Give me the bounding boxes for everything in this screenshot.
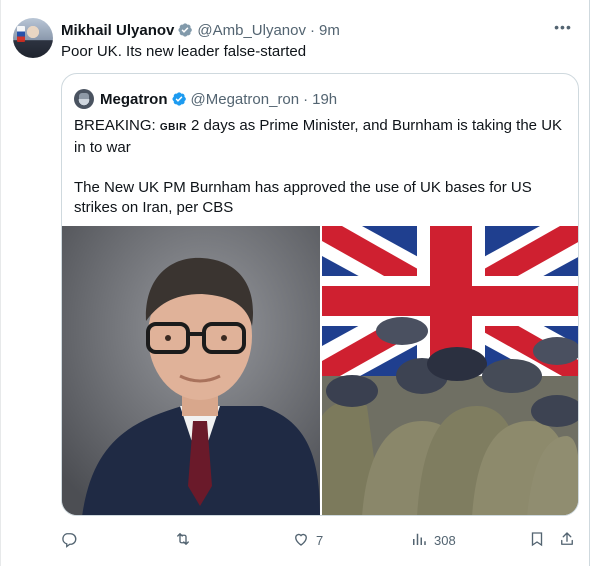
soldiers-flag-illustration bbox=[322, 226, 578, 515]
heart-icon bbox=[292, 530, 310, 551]
tweet-text: Poor UK. Its new leader false-started bbox=[61, 43, 307, 60]
quote-media[interactable] bbox=[62, 226, 578, 515]
more-options-icon[interactable]: ••• bbox=[552, 16, 574, 38]
repost-button[interactable] bbox=[174, 526, 198, 554]
portrait-illustration bbox=[62, 226, 320, 515]
quote-author-avatar[interactable] bbox=[74, 89, 94, 109]
quoted-tweet[interactable]: Megatron @Megatron_ron · 19h BREAKING: G… bbox=[61, 73, 579, 516]
tweet-actions: 7 308 bbox=[58, 526, 580, 554]
share-button[interactable] bbox=[558, 526, 576, 554]
verified-badge-icon bbox=[171, 91, 187, 107]
portrait-image[interactable] bbox=[62, 226, 320, 515]
flag-icon bbox=[17, 26, 25, 42]
like-button[interactable]: 7 bbox=[292, 526, 323, 554]
separator-dot: · bbox=[309, 21, 315, 39]
tweet-time[interactable]: 9m bbox=[319, 22, 340, 39]
author-name[interactable]: Mikhail Ulyanov bbox=[61, 22, 174, 39]
bookmark-icon bbox=[528, 530, 546, 551]
quote-time[interactable]: 19h bbox=[312, 91, 337, 108]
breaking-prefix: BREAKING: bbox=[74, 117, 160, 134]
bookmark-button[interactable] bbox=[528, 526, 546, 554]
repost-icon bbox=[174, 530, 192, 551]
reply-button[interactable] bbox=[60, 526, 84, 554]
quote-author-handle[interactable]: @Megatron_ron bbox=[191, 91, 300, 108]
share-icon bbox=[558, 530, 576, 551]
author-handle[interactable]: @Amb_Ulyanov bbox=[197, 22, 306, 39]
quote-text: BREAKING: GBIR 2 days as Prime Minister,… bbox=[74, 116, 568, 218]
verified-badge-icon bbox=[177, 22, 193, 38]
soldiers-flag-image[interactable] bbox=[322, 226, 578, 515]
quote-paragraph-1: BREAKING: GBIR 2 days as Prime Minister,… bbox=[74, 116, 568, 158]
reply-icon bbox=[60, 530, 78, 551]
views-icon bbox=[410, 530, 428, 551]
views-count: 308 bbox=[434, 532, 456, 548]
views-button[interactable]: 308 bbox=[410, 526, 456, 554]
quote-header: Megatron @Megatron_ron · 19h bbox=[74, 89, 337, 109]
quote-paragraph-2: The New UK PM Burnham has approved the u… bbox=[74, 179, 532, 216]
tweet-header: Mikhail Ulyanov @Amb_Ulyanov · 9m bbox=[61, 20, 340, 40]
author-avatar[interactable] bbox=[13, 18, 53, 58]
separator-dot: · bbox=[303, 90, 309, 108]
like-count: 7 bbox=[316, 532, 324, 548]
quote-author-name[interactable]: Megatron bbox=[100, 91, 168, 108]
flag-emoji-abbr: GBIR bbox=[159, 122, 187, 133]
